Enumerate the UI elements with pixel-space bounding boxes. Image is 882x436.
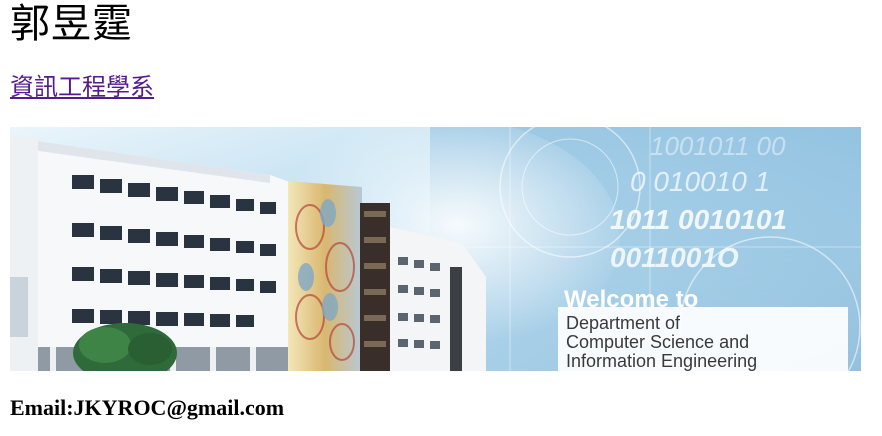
- department-banner-image: 1001011 00 0 010010 1 1011 0010101 00110…: [10, 127, 861, 371]
- binary-line-3: 1011 0010101: [610, 204, 787, 235]
- binary-line-2: 0 010010 1: [630, 166, 770, 197]
- person-name-heading: 郭昱霆: [10, 1, 133, 46]
- welcome-text: Welcome to: [564, 286, 698, 313]
- mosaic-tower: [288, 181, 390, 371]
- welcome-line-1: Department of: [566, 313, 681, 333]
- welcome-line-2: Computer Science and: [566, 332, 749, 352]
- binary-line-1: 1001011 00: [650, 131, 786, 161]
- email-text: Email:JKYROC@gmail.com: [10, 395, 285, 420]
- binary-line-4: 0011001O: [610, 242, 739, 273]
- welcome-line-3: Information Engineering: [566, 351, 757, 371]
- page: 郭昱霆 資訊工程學系 1001011 00 0 010010 1 1011 00…: [0, 0, 882, 436]
- department-link[interactable]: 資訊工程學系: [10, 72, 154, 104]
